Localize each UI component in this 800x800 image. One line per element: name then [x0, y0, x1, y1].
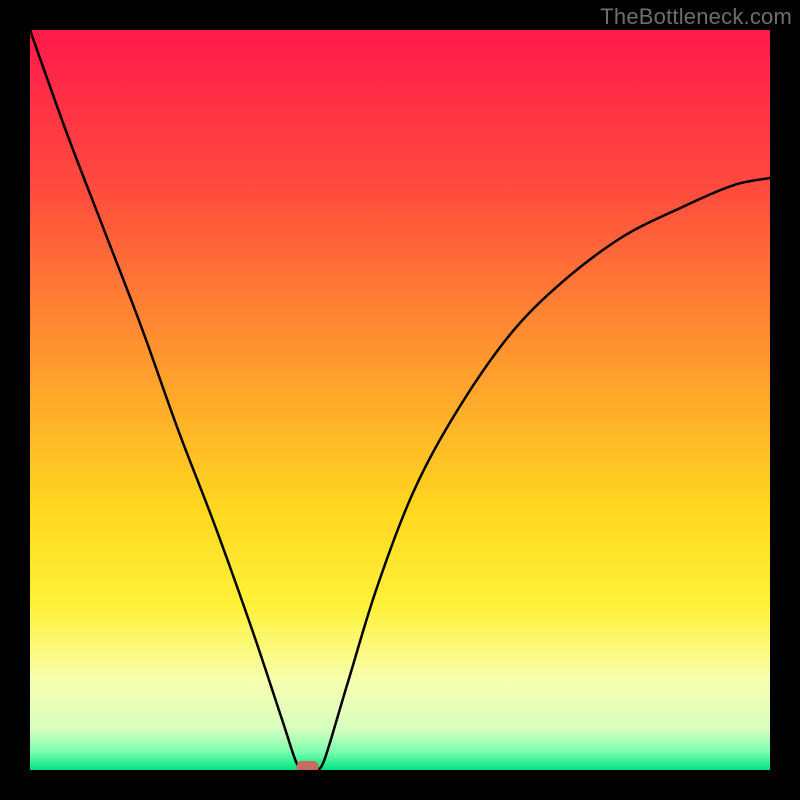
- watermark-text: TheBottleneck.com: [600, 4, 792, 30]
- minimum-marker: [297, 761, 319, 770]
- bottleneck-chart: [30, 30, 770, 770]
- chart-frame: TheBottleneck.com: [0, 0, 800, 800]
- gradient-background: [30, 30, 770, 770]
